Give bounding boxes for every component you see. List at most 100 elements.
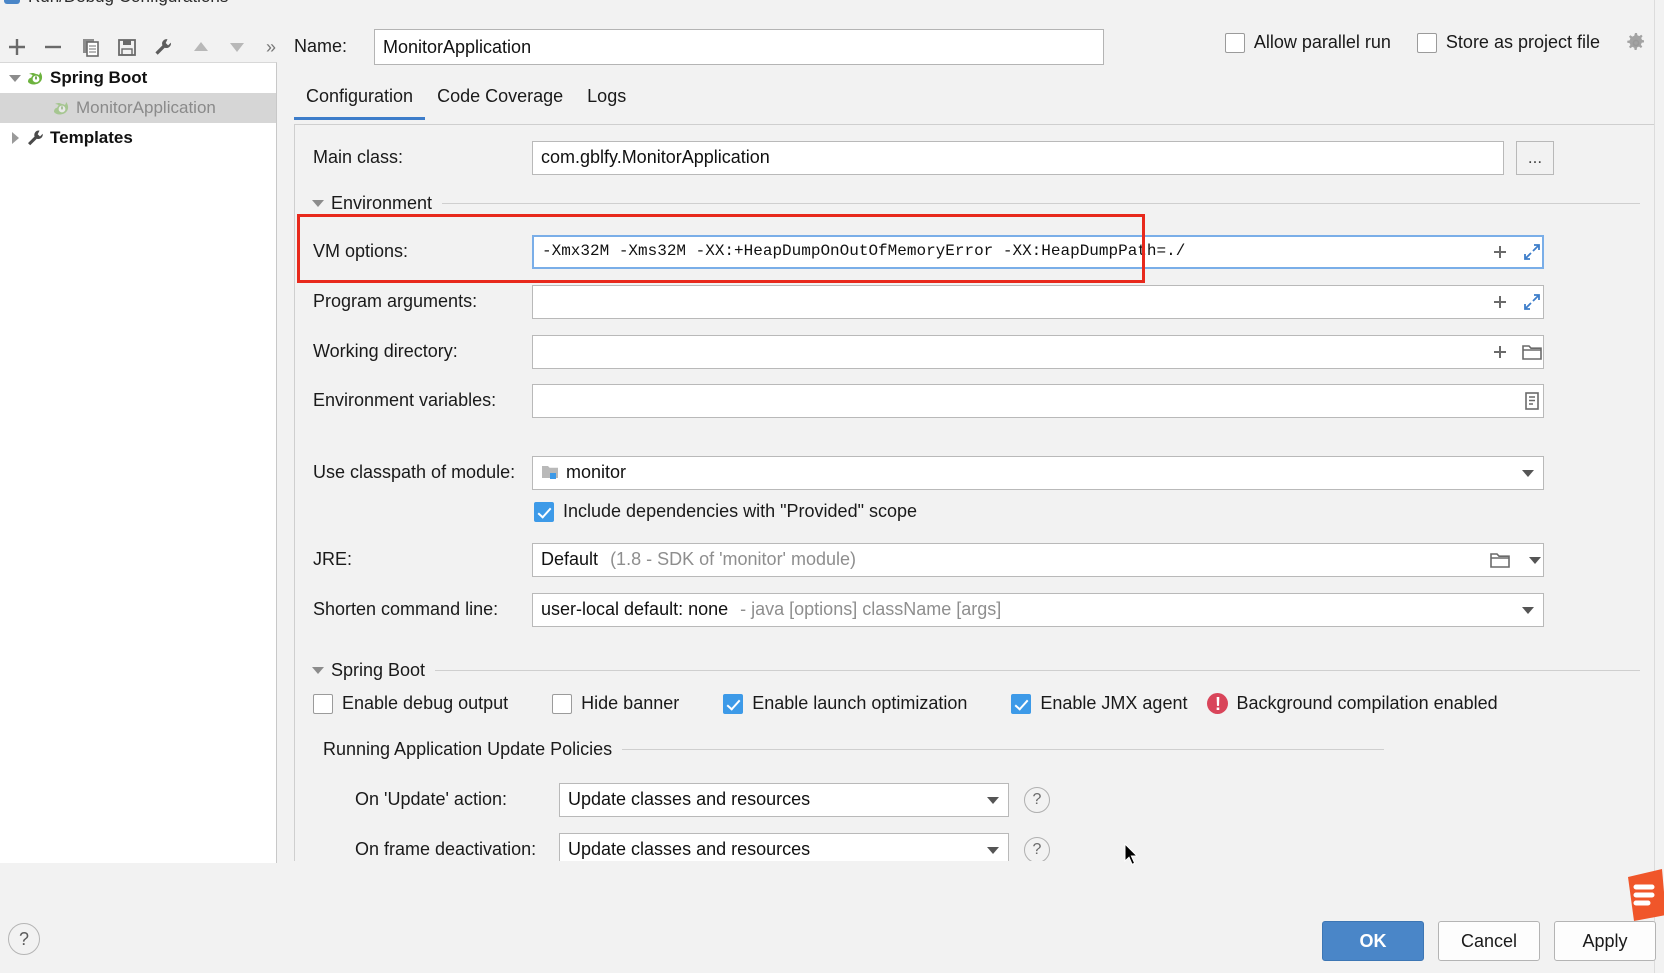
enable-debug-output-checkbox[interactable]: Enable debug output bbox=[313, 693, 508, 714]
configuration-form: Main class: com.gblfy.MonitorApplication… bbox=[294, 124, 1656, 861]
working-directory-input[interactable] bbox=[532, 335, 1544, 369]
chevron-down-icon[interactable] bbox=[1522, 607, 1534, 614]
checkbox-box[interactable] bbox=[1011, 693, 1032, 714]
error-icon: ! bbox=[1207, 693, 1229, 714]
main-class-row: Main class: com.gblfy.MonitorApplication… bbox=[295, 141, 1656, 175]
background-compilation-status: ! Background compilation enabled bbox=[1207, 693, 1498, 714]
section-divider bbox=[435, 670, 1640, 671]
chevron-down-icon[interactable] bbox=[309, 662, 327, 680]
copy-icon[interactable] bbox=[76, 32, 106, 62]
enable-jmx-agent-label: Enable JMX agent bbox=[1040, 693, 1188, 713]
checkbox-box[interactable] bbox=[534, 501, 554, 522]
store-as-project-file-checkbox[interactable]: Store as project file bbox=[1416, 32, 1600, 53]
jre-combobox[interactable]: Default (1.8 - SDK of 'monitor' module) bbox=[532, 543, 1544, 577]
enable-launch-optimization-label: Enable launch optimization bbox=[752, 693, 968, 713]
jre-row: JRE: Default (1.8 - SDK of 'monitor' mod… bbox=[295, 543, 1656, 577]
tree-node-monitorapplication[interactable]: MonitorApplication bbox=[0, 93, 276, 123]
update-policies-title: Running Application Update Policies bbox=[323, 739, 613, 759]
checkbox-box[interactable] bbox=[1224, 32, 1245, 53]
main-class-browse-button[interactable]: ... bbox=[1516, 141, 1554, 175]
jre-folder-browse-icon[interactable] bbox=[1487, 547, 1513, 573]
module-icon bbox=[541, 459, 561, 479]
jre-hint: (1.8 - SDK of 'monitor' module) bbox=[610, 549, 857, 569]
chevron-down-icon[interactable] bbox=[1522, 470, 1534, 477]
chevron-down-icon[interactable] bbox=[309, 195, 327, 213]
environment-variables-input[interactable] bbox=[532, 384, 1544, 418]
use-classpath-label: Use classpath of module: bbox=[313, 462, 516, 482]
expand-editor-icon[interactable] bbox=[1519, 239, 1545, 265]
move-down-icon[interactable] bbox=[222, 32, 252, 62]
chevron-down-icon[interactable] bbox=[6, 69, 24, 87]
background-compilation-label: Background compilation enabled bbox=[1236, 693, 1498, 713]
name-input[interactable] bbox=[374, 29, 1104, 65]
checkbox-box[interactable] bbox=[552, 693, 573, 714]
section-divider bbox=[442, 203, 1640, 204]
hide-banner-checkbox[interactable]: Hide banner bbox=[552, 693, 679, 714]
cancel-button[interactable]: Cancel bbox=[1438, 921, 1540, 961]
save-icon[interactable] bbox=[112, 32, 142, 62]
chevron-down-icon[interactable] bbox=[987, 797, 999, 804]
tab-code-coverage[interactable]: Code Coverage bbox=[425, 82, 575, 120]
checkbox-box[interactable] bbox=[313, 693, 333, 714]
allow-parallel-run-checkbox[interactable]: Allow parallel run bbox=[1224, 32, 1391, 53]
add-icon[interactable] bbox=[2, 32, 32, 62]
environment-variables-label: Environment variables: bbox=[313, 390, 497, 410]
enable-launch-optimization-checkbox[interactable]: Enable launch optimization bbox=[723, 693, 967, 714]
help-button[interactable]: ? bbox=[8, 923, 40, 955]
spring-boot-section-label: Spring Boot bbox=[331, 660, 426, 680]
environment-section-header[interactable]: Environment bbox=[309, 193, 1640, 214]
checkbox-box[interactable] bbox=[1416, 32, 1437, 53]
use-classpath-combobox[interactable]: monitor bbox=[532, 456, 1544, 490]
spring-boot-section-header[interactable]: Spring Boot bbox=[309, 660, 1640, 681]
enable-jmx-agent-checkbox[interactable]: Enable JMX agent bbox=[1011, 693, 1187, 714]
expand-add-icon[interactable] bbox=[1487, 239, 1513, 265]
environment-variables-editor-icon[interactable] bbox=[1519, 388, 1545, 414]
app-icon bbox=[4, 0, 20, 4]
shorten-command-line-combobox[interactable]: user-local default: none - java [options… bbox=[532, 593, 1544, 627]
main-class-label: Main class: bbox=[313, 147, 404, 167]
include-provided-scope-label: Include dependencies with "Provided" sco… bbox=[563, 501, 918, 521]
help-icon[interactable]: ? bbox=[1024, 837, 1050, 861]
shorten-command-line-row: Shorten command line: user-local default… bbox=[295, 593, 1656, 627]
more-icon[interactable]: » bbox=[256, 32, 286, 62]
checkbox-box[interactable] bbox=[723, 693, 744, 714]
tree-node-templates[interactable]: Templates bbox=[0, 123, 276, 153]
hide-banner-label: Hide banner bbox=[581, 693, 680, 713]
name-label: Name: bbox=[294, 36, 348, 56]
section-divider bbox=[622, 749, 1384, 750]
expand-add-icon[interactable] bbox=[1487, 289, 1513, 315]
jre-value: Default bbox=[541, 549, 599, 569]
spring-boot-icon bbox=[50, 98, 72, 118]
update-policies-section-header: Running Application Update Policies bbox=[323, 739, 1384, 760]
gear-icon[interactable] bbox=[1626, 32, 1646, 53]
expand-add-icon[interactable] bbox=[1487, 339, 1513, 365]
use-classpath-value: monitor bbox=[566, 462, 627, 482]
enable-debug-output-label: Enable debug output bbox=[342, 693, 509, 713]
on-update-action-value: Update classes and resources bbox=[568, 789, 811, 809]
chevron-right-icon[interactable] bbox=[6, 129, 24, 147]
on-frame-deactivation-row: On frame deactivation: Update classes an… bbox=[295, 833, 1656, 861]
move-up-icon[interactable] bbox=[186, 32, 216, 62]
folder-browse-icon[interactable] bbox=[1519, 339, 1545, 365]
apply-button[interactable]: Apply bbox=[1554, 921, 1656, 961]
tab-logs[interactable]: Logs bbox=[575, 82, 638, 120]
help-icon[interactable]: ? bbox=[1024, 787, 1050, 813]
vm-options-input[interactable]: -Xmx32M -Xms32M -XX:+HeapDumpOnOutOfMemo… bbox=[532, 235, 1544, 269]
configurations-tree: Spring Boot MonitorApplication Templates bbox=[0, 62, 277, 863]
scroll-gutter[interactable] bbox=[1654, 0, 1664, 973]
program-arguments-input[interactable] bbox=[532, 285, 1544, 319]
jre-label: JRE: bbox=[313, 549, 353, 569]
chevron-down-icon[interactable] bbox=[987, 847, 999, 854]
main-class-input[interactable]: com.gblfy.MonitorApplication bbox=[532, 141, 1504, 175]
remove-icon[interactable] bbox=[38, 32, 68, 62]
on-frame-deactivation-label: On frame deactivation: bbox=[355, 839, 537, 859]
tree-node-spring-boot[interactable]: Spring Boot bbox=[0, 63, 276, 93]
ok-button[interactable]: OK bbox=[1322, 921, 1424, 961]
wrench-icon[interactable] bbox=[148, 32, 178, 62]
include-provided-scope-checkbox[interactable]: Include dependencies with "Provided" sco… bbox=[534, 501, 917, 522]
on-frame-deactivation-combobox[interactable]: Update classes and resources bbox=[559, 833, 1009, 861]
jre-chevron-down-icon[interactable] bbox=[1522, 547, 1548, 573]
on-update-action-combobox[interactable]: Update classes and resources bbox=[559, 783, 1009, 817]
tab-configuration[interactable]: Configuration bbox=[294, 82, 426, 120]
expand-editor-icon[interactable] bbox=[1519, 289, 1545, 315]
